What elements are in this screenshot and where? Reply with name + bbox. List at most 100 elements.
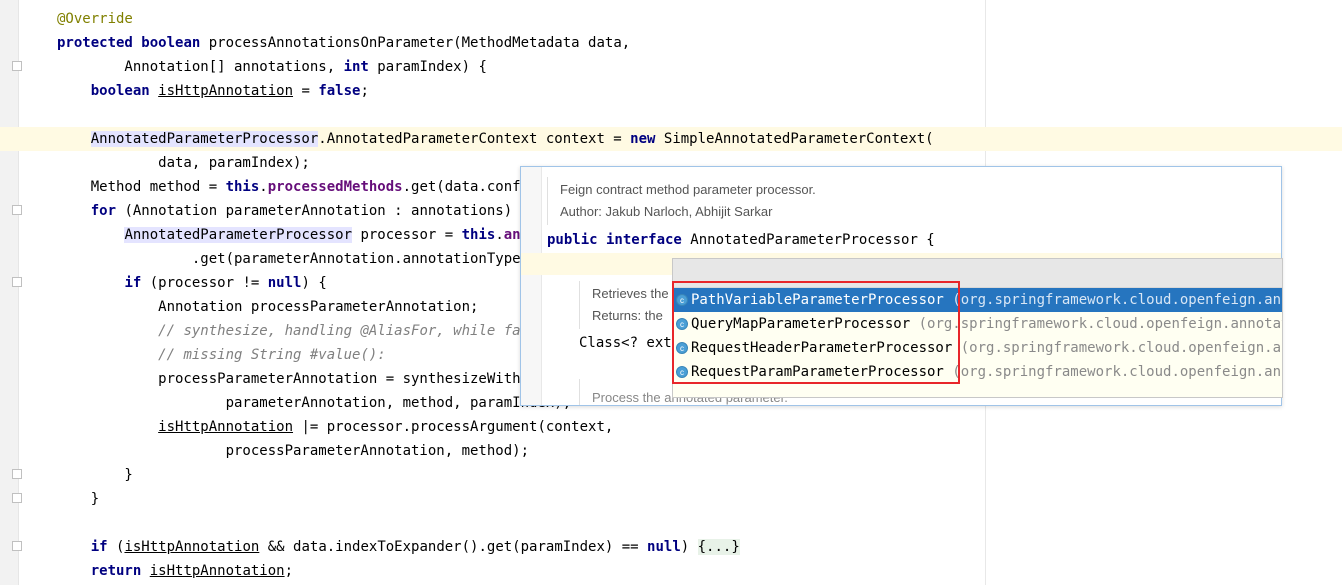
highlight-box — [672, 281, 960, 384]
code-line[interactable]: .get(parameterAnnotation.annotationType(… — [57, 247, 546, 271]
doc-class-code: Class<? exte — [579, 335, 680, 351]
code-line[interactable]: protected boolean processAnnotationsOnPa… — [57, 31, 630, 55]
code-token: this — [461, 227, 496, 243]
code-line[interactable]: Annotation[] annotations, int paramIndex… — [57, 55, 487, 79]
fold-marker-icon[interactable] — [12, 205, 22, 215]
code-token: false — [318, 83, 361, 99]
package-name: (org.springframework.cloud.openfeign.ann… — [943, 292, 1283, 308]
code-line[interactable]: processParameterAnnotation = synthesizeW… — [57, 367, 546, 391]
code-line[interactable]: AnnotatedParameterProcessor processor = … — [57, 223, 546, 247]
code-token: parameterAnnotation, method, paramIndex)… — [57, 395, 572, 411]
code-token: processedMethods — [267, 179, 403, 195]
code-line[interactable]: @Override — [57, 7, 133, 31]
code-token: Annotation processParameterAnnotation; — [57, 299, 479, 315]
code-token: new — [630, 131, 664, 147]
code-line[interactable]: if (isHttpAnnotation && data.indexToExpa… — [57, 535, 740, 559]
fold-marker-icon[interactable] — [12, 61, 22, 71]
code-token: .AnnotatedParameterContext context = — [318, 131, 631, 147]
code-token: (processor != — [149, 275, 268, 291]
code-token: (Annotation parameterAnnotation : annota… — [124, 203, 530, 219]
code-token: isHttpAnnotation — [158, 83, 294, 99]
code-line[interactable]: boolean isHttpAnnotation = false; — [57, 79, 369, 103]
doc-declaration-keywords: public interface — [547, 232, 691, 248]
code-token: && data.indexToExpander().get(paramIndex… — [259, 539, 648, 555]
code-token: .get(parameterAnnotation.annotationType(… — [57, 251, 546, 267]
code-token: AnnotatedParameterProcessor — [124, 227, 353, 243]
code-token: isHttpAnnotation — [149, 563, 285, 579]
code-token: ) { — [301, 275, 327, 291]
code-token: . — [259, 179, 268, 195]
doc-retrieves: Retrieves the — [592, 286, 669, 301]
code-token: isHttpAnnotation — [158, 419, 294, 435]
doc-returns: Returns: the — [592, 308, 663, 323]
code-token: processor = — [352, 227, 462, 243]
code-line[interactable]: if (processor != null) { — [57, 271, 327, 295]
code-line[interactable]: Method method = this.processedMethods.ge… — [57, 175, 546, 199]
code-token: if — [124, 275, 150, 291]
code-token: // synthesize, handling @AliasFor, while… — [158, 323, 546, 339]
code-token: AnnotatedParameterProcessor — [90, 131, 319, 147]
code-token: paramIndex) { — [377, 59, 487, 75]
fold-marker-icon[interactable] — [12, 469, 22, 479]
code-token: |= processor.processArgument(context, — [293, 419, 614, 435]
code-token: = — [293, 83, 319, 99]
code-token: if — [90, 539, 117, 555]
fold-marker-icon[interactable] — [12, 277, 22, 287]
doc-class-text: Class<? exte — [579, 335, 681, 351]
code-line[interactable]: data, paramIndex); — [57, 151, 310, 175]
code-token: SimpleAnnotatedParameterContext( — [663, 131, 934, 147]
code-line[interactable]: AnnotatedParameterProcessor.AnnotatedPar… — [57, 127, 934, 151]
package-name: (org.springframework.cloud.openfeign.ann… — [910, 316, 1283, 332]
code-token: boolean — [90, 83, 159, 99]
code-token: Method method = — [57, 179, 226, 195]
code-line[interactable]: } — [57, 463, 132, 487]
doc-popup-gutter — [521, 167, 542, 405]
code-token: ; — [360, 83, 369, 99]
doc-quote-bar — [579, 379, 580, 405]
code-line[interactable]: return isHttpAnnotation; — [57, 559, 293, 583]
doc-quote-bar — [579, 281, 580, 329]
code-line[interactable]: isHttpAnnotation |= processor.processArg… — [57, 415, 613, 439]
code-token: processAnnotationsOnParameter(MethodMeta… — [208, 35, 631, 51]
code-line[interactable]: // synthesize, handling @AliasFor, while… — [57, 319, 546, 343]
doc-declaration-name: AnnotatedParameterProcessor { — [690, 232, 935, 248]
doc-quote-bar — [547, 177, 548, 225]
doc-description: Feign contract method parameter processo… — [560, 182, 816, 197]
code-line[interactable]: for (Annotation parameterAnnotation : an… — [57, 199, 529, 223]
doc-declaration: public interface AnnotatedParameterProce… — [547, 232, 935, 248]
code-token: null — [647, 539, 681, 555]
code-token: } — [57, 491, 100, 507]
code-token: . — [495, 227, 504, 243]
fold-marker-icon[interactable] — [12, 541, 22, 551]
code-line[interactable]: parameterAnnotation, method, paramIndex)… — [57, 391, 572, 415]
code-token: @Override — [57, 11, 133, 27]
code-token: processParameterAnnotation, method); — [57, 443, 530, 459]
code-token: Annotation[] annotations, — [57, 59, 344, 75]
package-name: (org.springframework.cloud.openfeign.ann… — [943, 364, 1283, 380]
package-name: (org.springframework.cloud.openfeign.ann… — [952, 340, 1283, 356]
code-token: protected — [57, 35, 142, 51]
code-line[interactable]: // missing String #value(): — [57, 343, 386, 367]
code-line[interactable]: processParameterAnnotation, method); — [57, 439, 529, 463]
code-line[interactable]: } — [57, 487, 99, 511]
code-token: // missing String #value(): — [158, 347, 386, 363]
code-token: data, paramIndex); — [57, 155, 310, 171]
code-token: return — [90, 563, 150, 579]
code-line[interactable]: Annotation processParameterAnnotation; — [57, 295, 478, 319]
code-token: isHttpAnnotation — [124, 539, 260, 555]
code-token: processParameterAnnotation = synthesizeW… — [57, 371, 546, 387]
code-token: ) — [680, 539, 698, 555]
code-token: null — [267, 275, 302, 291]
code-token: ; — [284, 563, 294, 579]
code-token: int — [343, 59, 378, 75]
fold-marker-icon[interactable] — [12, 493, 22, 503]
